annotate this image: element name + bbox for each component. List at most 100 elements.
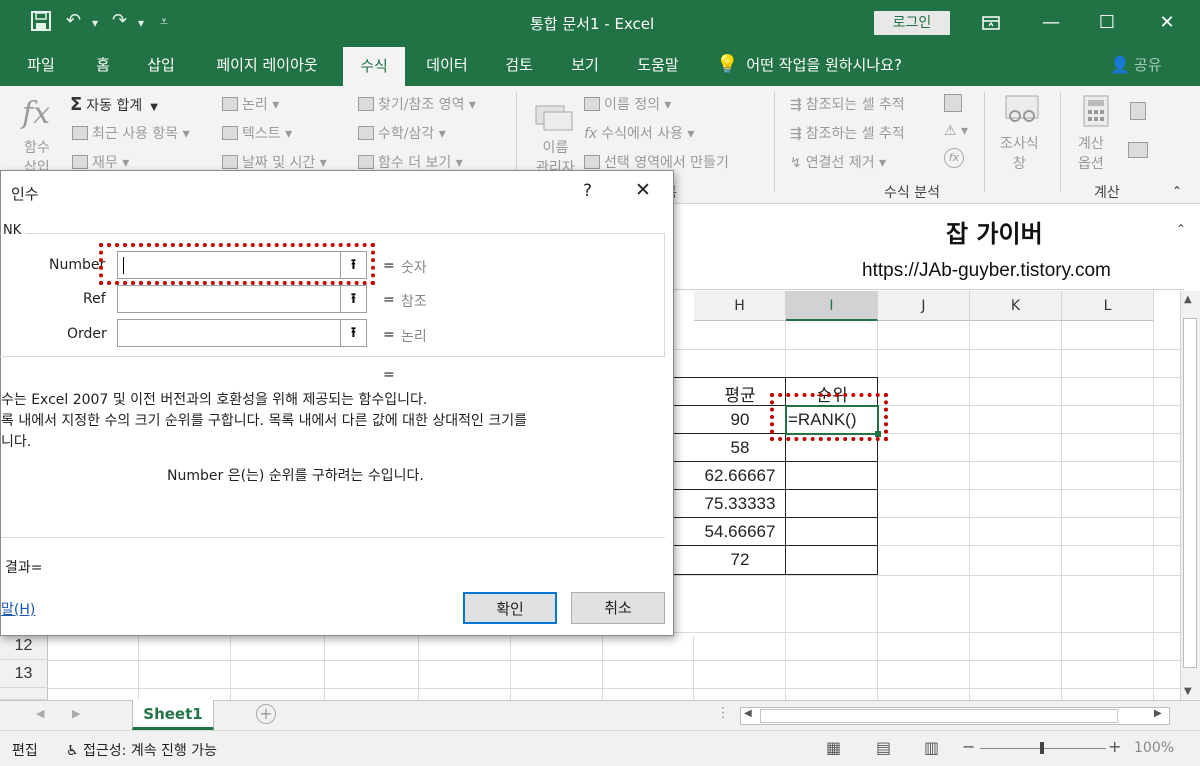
column-header-h[interactable]: H: [694, 291, 786, 321]
dialog-close-button[interactable]: ✕: [635, 179, 651, 201]
tag-icon: [584, 97, 600, 111]
math-label: 수학/삼각: [378, 126, 435, 142]
cell-avg-2[interactable]: 58: [694, 438, 786, 458]
error-checking-icon[interactable]: ⚠ ▾: [944, 123, 968, 139]
cell-avg-5[interactable]: 54.66667: [694, 522, 786, 542]
zoom-level[interactable]: 100%: [1134, 740, 1174, 756]
more-functions-button[interactable]: 함수 더 보기 ▾: [358, 152, 463, 172]
customize-qat-icon[interactable]: ⩡: [160, 14, 168, 30]
sheet-tab-sheet1[interactable]: Sheet1: [132, 700, 214, 730]
cell-avg-4[interactable]: 75.33333: [694, 494, 786, 514]
cancel-button[interactable]: 취소: [571, 592, 665, 624]
scroll-right-icon[interactable]: ▶: [1154, 708, 1162, 719]
zoom-in-icon[interactable]: +: [1108, 737, 1121, 756]
calc-options-label[interactable]: 계산 옵션: [1078, 134, 1104, 174]
help-link[interactable]: 말(H): [1, 599, 35, 619]
datetime-button[interactable]: 날짜 및 시간 ▾: [222, 152, 327, 172]
recent-functions-button[interactable]: 최근 사용 항목 ▾: [72, 123, 190, 143]
undo-dropdown-icon[interactable]: ▾: [92, 16, 98, 30]
redo-dropdown-icon[interactable]: ▾: [138, 16, 144, 30]
tab-formulas[interactable]: 수식: [343, 46, 405, 86]
redo-icon[interactable]: ↷: [112, 10, 127, 31]
row-header-14[interactable]: [0, 688, 48, 700]
ok-button[interactable]: 확인: [463, 592, 557, 624]
trace-dependents-button[interactable]: ⇶ 참조하는 셀 추적: [790, 123, 905, 143]
accessibility-label: 접근성: 계속 진행 가능: [83, 743, 218, 759]
name-manager-icon[interactable]: [532, 102, 576, 136]
order-collapse-icon[interactable]: ⭱: [340, 320, 366, 346]
logical-button[interactable]: 논리 ▾: [222, 94, 279, 114]
scroll-left-icon[interactable]: ◀: [744, 708, 752, 719]
tab-data[interactable]: 데이터: [414, 46, 480, 86]
lookup-button[interactable]: 찾기/참조 영역 ▾: [358, 94, 476, 114]
normal-view-icon[interactable]: ▦: [826, 738, 841, 757]
cell-avg-6[interactable]: 72: [694, 550, 786, 570]
math-button[interactable]: 수학/삼각 ▾: [358, 123, 446, 143]
zoom-out-icon[interactable]: −: [962, 737, 975, 756]
text-button[interactable]: 텍스트 ▾: [222, 123, 292, 143]
financial-button[interactable]: 재무 ▾: [72, 152, 129, 172]
column-header-k[interactable]: K: [970, 291, 1062, 321]
use-in-formula-button[interactable]: fx 수식에서 사용 ▾: [584, 123, 694, 143]
share-button[interactable]: 👤 공유: [1110, 46, 1162, 86]
page-break-view-icon[interactable]: ▥: [924, 738, 939, 757]
collapse-ribbon-icon[interactable]: ⌃: [1172, 184, 1182, 198]
undo-icon[interactable]: ↶: [66, 10, 81, 31]
group-separator: [1060, 92, 1061, 192]
formula-bar-expand-icon[interactable]: ⌃: [1176, 222, 1186, 236]
login-button[interactable]: 로그인: [874, 11, 950, 35]
tab-split-handle[interactable]: ⋮: [716, 705, 730, 721]
calc-now-icon[interactable]: [1130, 102, 1150, 122]
tab-view[interactable]: 보기: [556, 46, 614, 86]
zoom-slider-thumb[interactable]: [1040, 742, 1044, 754]
calc-sheet-icon[interactable]: [1128, 142, 1152, 160]
column-header-j[interactable]: J: [878, 291, 970, 321]
tab-review[interactable]: 검토: [490, 46, 548, 86]
order-input[interactable]: [117, 319, 367, 347]
insert-function-icon[interactable]: fx: [22, 96, 50, 131]
dialog-help-button[interactable]: ?: [583, 181, 592, 201]
save-icon[interactable]: [30, 10, 52, 37]
row-header-13[interactable]: 13: [0, 660, 48, 688]
ref-collapse-icon[interactable]: ⭱: [340, 286, 366, 312]
remove-arrows-button[interactable]: ↯ 연결선 제거 ▾: [790, 152, 886, 172]
create-from-selection-button[interactable]: 선택 영역에서 만들기: [584, 152, 729, 172]
calculator-icon[interactable]: [1082, 94, 1110, 132]
watch-window-label[interactable]: 조사식 창: [1000, 134, 1039, 174]
tab-help[interactable]: 도움말: [622, 46, 694, 86]
ribbon-display-options-icon[interactable]: [976, 8, 1006, 38]
tab-file[interactable]: 파일: [12, 46, 70, 86]
datetime-label: 날짜 및 시간: [242, 155, 316, 171]
create-from-selection-label: 선택 영역에서 만들기: [604, 155, 729, 171]
trace-precedents-button[interactable]: ⇶ 참조되는 셀 추적: [790, 94, 905, 114]
column-header-l[interactable]: L: [1062, 291, 1154, 321]
row-header-12[interactable]: 12: [0, 632, 48, 660]
page-layout-view-icon[interactable]: ▤: [876, 738, 891, 757]
add-sheet-icon[interactable]: +: [256, 704, 276, 724]
cell-avg-3[interactable]: 62.66667: [694, 466, 786, 486]
vertical-scroll-thumb[interactable]: [1183, 318, 1197, 668]
remove-arrows-label: 연결선 제거: [805, 155, 875, 171]
tab-page-layout[interactable]: 페이지 레이아웃: [196, 46, 338, 86]
prev-sheet-icon[interactable]: ◀: [36, 707, 44, 720]
scroll-down-icon[interactable]: ▼: [1184, 686, 1192, 697]
define-name-button[interactable]: 이름 정의 ▾: [584, 94, 671, 114]
financial-icon: [72, 155, 88, 169]
tell-me-box[interactable]: 💡 어떤 작업을 원하시나요?: [716, 46, 902, 86]
horizontal-scroll-thumb[interactable]: [760, 709, 1118, 723]
show-formulas-icon[interactable]: [944, 94, 966, 114]
tab-home[interactable]: 홈: [78, 46, 128, 86]
column-header-i[interactable]: I: [786, 291, 878, 321]
ref-input[interactable]: [117, 285, 367, 313]
watch-window-icon[interactable]: [1004, 94, 1040, 128]
autosum-button[interactable]: Σ 자동 합계 ▼: [70, 94, 158, 115]
order-label: Order: [67, 326, 107, 342]
scroll-up-icon[interactable]: ▲: [1184, 294, 1192, 305]
minimize-icon[interactable]: —: [1036, 8, 1066, 38]
tab-insert[interactable]: 삽입: [134, 46, 188, 86]
close-icon[interactable]: ✕: [1152, 8, 1182, 38]
accessibility-status[interactable]: ♿︎ 접근성: 계속 진행 가능: [66, 740, 217, 760]
next-sheet-icon[interactable]: ▶: [72, 707, 80, 720]
maximize-icon[interactable]: ☐: [1092, 8, 1122, 38]
evaluate-formula-icon[interactable]: fx: [944, 148, 964, 168]
